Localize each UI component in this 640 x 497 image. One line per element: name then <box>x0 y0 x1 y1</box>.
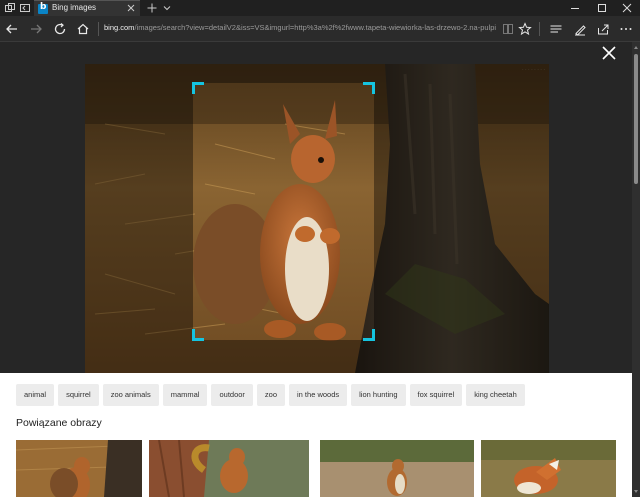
related-thumbnail-image <box>481 440 616 497</box>
tag-zoo[interactable]: zoo <box>256 384 286 406</box>
visual-search-crop-box[interactable] <box>192 82 375 341</box>
main-image[interactable]: · · · · · · · · <box>85 64 549 373</box>
url-host: bing.com <box>104 23 135 32</box>
forward-icon[interactable] <box>27 20 45 38</box>
hub-icon[interactable] <box>547 20 565 38</box>
browser-tab[interactable]: Bing images <box>34 0 140 16</box>
tag-mammal[interactable]: mammal <box>162 384 208 406</box>
crop-handle-bottom-right[interactable] <box>363 329 375 341</box>
address-field[interactable]: bing.com/images/search?view=detailV2&iss… <box>104 23 496 35</box>
separator <box>98 22 99 36</box>
crop-dim <box>85 340 549 373</box>
scroll-up-icon[interactable] <box>634 46 638 49</box>
title-bar: Bing images <box>0 0 640 16</box>
reading-view-icon[interactable] <box>499 20 517 38</box>
minimize-icon[interactable] <box>562 0 588 16</box>
close-tab-icon[interactable] <box>125 2 137 14</box>
separator <box>539 22 540 36</box>
share-icon[interactable] <box>594 20 612 38</box>
back-icon[interactable] <box>3 20 21 38</box>
bing-favicon <box>38 2 48 14</box>
crop-handle-top-left[interactable] <box>192 82 204 94</box>
scroll-down-icon[interactable] <box>634 490 638 493</box>
tag-king-cheetah[interactable]: king cheetah <box>466 384 525 406</box>
related-thumbnail-image <box>149 440 309 497</box>
notes-icon[interactable] <box>571 20 589 38</box>
maximize-icon[interactable] <box>589 0 615 16</box>
tag-zoo-animals[interactable]: zoo animals <box>102 384 159 406</box>
page-scrollbar[interactable] <box>632 42 640 497</box>
related-thumbnail[interactable] <box>320 440 474 497</box>
browser-window: { "browser": { "tab_title": "Bing images… <box>0 0 640 497</box>
window-close-icon[interactable] <box>614 0 640 16</box>
crop-dim <box>374 83 549 340</box>
tag-fox-squirrel[interactable]: fox squirrel <box>409 384 463 406</box>
related-thumbnail-image <box>16 440 142 497</box>
tag-in-the-woods[interactable]: in the woods <box>289 384 348 406</box>
related-images-heading: Powiązane obrazy <box>16 417 102 429</box>
related-thumbnail-image <box>320 440 474 497</box>
tab-actions-icon[interactable] <box>4 2 16 14</box>
related-thumbnail[interactable] <box>481 440 616 497</box>
crop-handle-top-right[interactable] <box>363 82 375 94</box>
crop-handle-bottom-left[interactable] <box>192 329 204 341</box>
tag-squirrel[interactable]: squirrel <box>58 384 99 406</box>
details-panel: animal squirrel zoo animals mammal outdo… <box>0 373 632 497</box>
crop-dim <box>85 64 549 83</box>
new-tab-icon[interactable] <box>146 2 158 14</box>
close-viewer-icon[interactable] <box>600 44 618 62</box>
image-viewer: · · · · · · · · <box>0 42 632 373</box>
favorite-star-icon[interactable] <box>516 20 534 38</box>
back-tabs-icon[interactable] <box>19 2 31 14</box>
tab-title: Bing images <box>52 3 97 12</box>
tag-animal[interactable]: animal <box>16 384 55 406</box>
related-thumbnail[interactable] <box>16 440 142 497</box>
home-icon[interactable] <box>74 20 92 38</box>
related-tags: animal squirrel zoo animals mammal outdo… <box>16 384 525 406</box>
tag-outdoor[interactable]: outdoor <box>211 384 253 406</box>
related-thumbnail[interactable] <box>149 440 309 497</box>
url-path: /images/search?view=detailV2&iss=VS&imgu… <box>134 23 496 32</box>
tag-lion-hunting[interactable]: lion hunting <box>351 384 406 406</box>
address-toolbar: bing.com/images/search?view=detailV2&iss… <box>0 16 640 42</box>
more-icon[interactable] <box>617 20 635 38</box>
crop-dim <box>85 83 193 340</box>
refresh-icon[interactable] <box>51 20 69 38</box>
tab-list-icon[interactable] <box>161 2 173 14</box>
scroll-thumb[interactable] <box>634 54 638 184</box>
